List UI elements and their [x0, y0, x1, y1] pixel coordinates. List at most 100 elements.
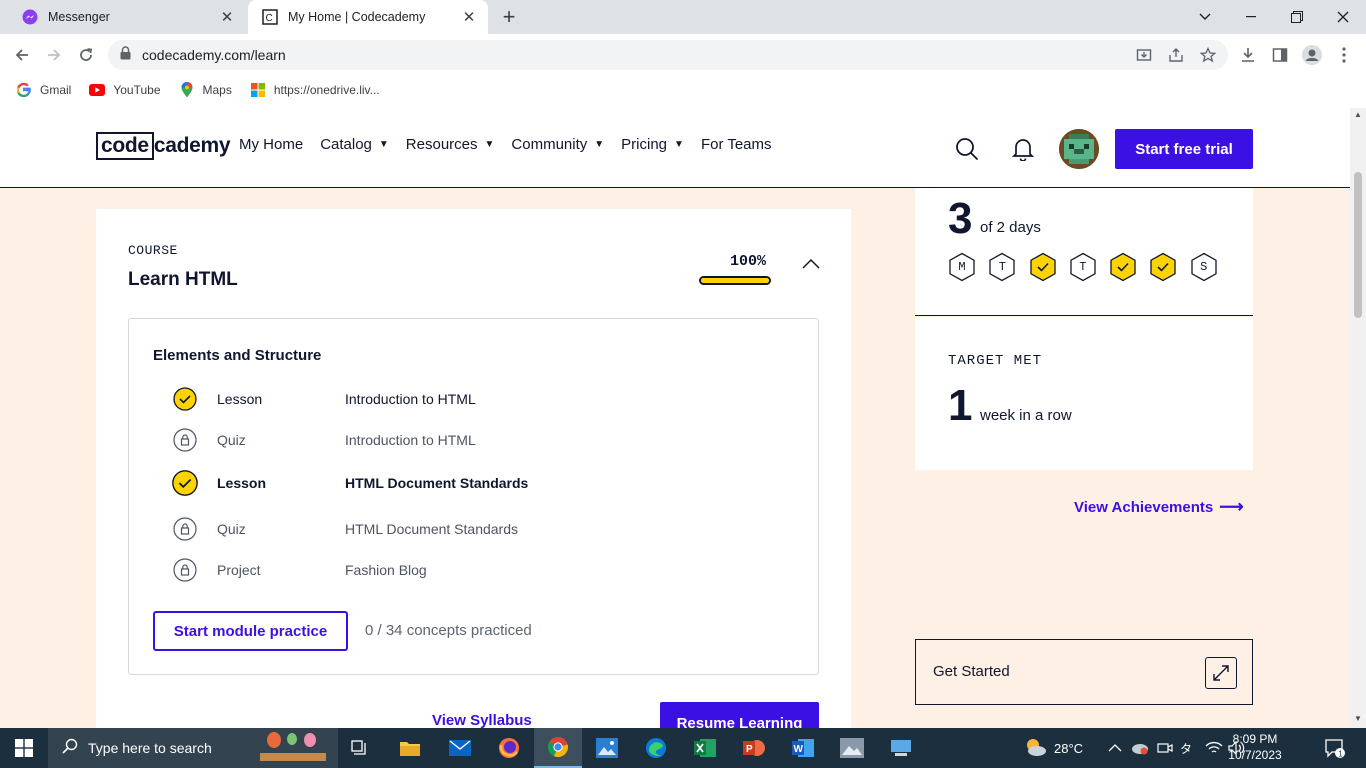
- weekday-badge: S: [1190, 252, 1218, 282]
- tab-search-chevron-icon[interactable]: [1182, 0, 1228, 34]
- lock-circle-icon: [172, 516, 198, 542]
- taskbar-search-input[interactable]: Type here to search: [48, 728, 338, 768]
- edge-icon[interactable]: [632, 728, 680, 768]
- chevron-up-icon[interactable]: [801, 257, 821, 271]
- share-icon[interactable]: [1164, 43, 1188, 67]
- weekday-label: T: [998, 260, 1006, 274]
- start-module-practice-button[interactable]: Start module practice: [153, 611, 348, 651]
- address-bar[interactable]: codecademy.com/learn: [108, 40, 1228, 70]
- taskbar-clock[interactable]: 8:09 PM 10/7/2023: [1224, 731, 1286, 763]
- search-icon[interactable]: [954, 136, 980, 162]
- view-syllabus-link[interactable]: View Syllabus: [432, 712, 532, 728]
- excel-icon[interactable]: [681, 728, 729, 768]
- restore-button[interactable]: [1274, 0, 1320, 34]
- chrome-icon[interactable]: [534, 728, 582, 768]
- side-panel-icon[interactable]: [1268, 43, 1292, 67]
- item-name: HTML Document Standards: [345, 521, 518, 537]
- nav-community[interactable]: Community ▼: [511, 136, 604, 153]
- avatar[interactable]: [1059, 129, 1099, 169]
- course-card: COURSE Learn HTML 100% Elements and Stru…: [96, 209, 851, 728]
- scrollbar-thumb[interactable]: [1354, 172, 1362, 318]
- caret-down-icon: ▼: [594, 139, 605, 150]
- list-item[interactable]: Lesson Introduction to HTML: [172, 384, 476, 414]
- bookmark-youtube[interactable]: YouTube: [89, 82, 161, 98]
- resume-learning-button[interactable]: Resume Learning: [660, 702, 819, 728]
- item-name: Fashion Blog: [345, 562, 427, 578]
- expand-icon[interactable]: [1205, 657, 1237, 689]
- wifi-icon[interactable]: [1205, 728, 1223, 768]
- minimize-button[interactable]: [1228, 0, 1274, 34]
- notification-center-icon[interactable]: 1: [1325, 738, 1345, 758]
- forward-button[interactable]: [42, 43, 66, 67]
- clock-time: 8:09 PM: [1232, 732, 1278, 746]
- codecademy-logo[interactable]: code cademy: [96, 132, 231, 160]
- powerpoint-icon[interactable]: P: [730, 728, 778, 768]
- file-explorer-icon[interactable]: [386, 728, 434, 768]
- bookmark-maps[interactable]: Maps: [179, 82, 232, 98]
- nav-pricing[interactable]: Pricing ▼: [621, 136, 684, 153]
- streak-value: 3: [948, 194, 973, 243]
- bookmark-star-icon[interactable]: [1196, 43, 1220, 67]
- search-icon: [62, 738, 78, 759]
- photos-icon[interactable]: [583, 728, 631, 768]
- firefox-icon[interactable]: [485, 728, 533, 768]
- clock-date: 10/7/2023: [1228, 748, 1282, 762]
- tab-title: Messenger: [48, 10, 110, 24]
- scroll-up-icon[interactable]: ▲: [1354, 110, 1362, 119]
- bookmark-gmail[interactable]: Gmail: [16, 82, 71, 98]
- image-app-icon[interactable]: [828, 728, 876, 768]
- bell-icon[interactable]: [1010, 136, 1036, 162]
- nav-resources[interactable]: Resources ▼: [406, 136, 495, 153]
- list-item[interactable]: Quiz HTML Document Standards: [172, 514, 518, 544]
- close-tab-icon[interactable]: ✕: [460, 8, 478, 26]
- arrow-right-icon: ⟶: [1219, 497, 1244, 516]
- hexagon-icon: [1029, 252, 1056, 282]
- menu-kebab-icon[interactable]: [1332, 43, 1356, 67]
- youtube-icon: [89, 82, 106, 98]
- course-label: COURSE: [128, 243, 178, 258]
- onedrive-icon[interactable]: [1130, 728, 1150, 768]
- bookmark-label: Gmail: [40, 83, 72, 97]
- windows-taskbar: Type here to search P W 28°C タ 8:09 PM 1…: [0, 728, 1366, 768]
- nav-my-home[interactable]: My Home: [239, 136, 303, 153]
- input-method-icon[interactable]: タ: [1180, 728, 1192, 768]
- list-item[interactable]: Quiz Introduction to HTML: [172, 425, 476, 455]
- target-text: week in a row: [980, 407, 1072, 424]
- close-window-button[interactable]: [1320, 0, 1366, 34]
- start-free-trial-button[interactable]: Start free trial: [1115, 129, 1253, 169]
- meet-now-icon[interactable]: [1157, 728, 1173, 768]
- word-icon[interactable]: W: [779, 728, 827, 768]
- list-item[interactable]: Project Fashion Blog: [172, 555, 427, 585]
- view-achievements-link[interactable]: View Achievements ⟶: [1074, 497, 1244, 517]
- task-view-icon[interactable]: [336, 728, 384, 768]
- messenger-icon: [22, 9, 38, 25]
- weekday-badge: [1109, 252, 1137, 282]
- close-tab-icon[interactable]: ✕: [218, 8, 236, 26]
- course-title[interactable]: Learn HTML: [128, 269, 238, 291]
- lock-circle-icon: [172, 427, 198, 453]
- weather-widget[interactable]: 28°C: [1022, 728, 1083, 768]
- show-hidden-icons-icon[interactable]: [1108, 728, 1122, 768]
- reload-button[interactable]: [74, 43, 98, 67]
- windows-start-icon[interactable]: [0, 728, 48, 768]
- streak-card: 3 of 2 days M T T S: [915, 188, 1253, 316]
- back-button[interactable]: [10, 43, 34, 67]
- downloads-icon[interactable]: [1236, 43, 1260, 67]
- new-tab-button[interactable]: +: [498, 6, 520, 28]
- scroll-down-icon[interactable]: ▼: [1354, 714, 1362, 723]
- bookmark-onedrive[interactable]: https://onedrive.liv...: [250, 82, 380, 98]
- tab-codecademy[interactable]: C My Home | Codecademy ✕: [248, 0, 488, 34]
- nav-for-teams[interactable]: For Teams: [701, 136, 772, 153]
- tab-messenger[interactable]: Messenger ✕: [8, 0, 246, 34]
- weekday-label: S: [1200, 260, 1208, 274]
- remote-desktop-icon[interactable]: [877, 728, 925, 768]
- page-scrollbar[interactable]: ▲ ▼: [1350, 108, 1366, 728]
- install-app-icon[interactable]: [1132, 43, 1156, 67]
- mail-icon[interactable]: [436, 728, 484, 768]
- profile-icon[interactable]: [1300, 43, 1324, 67]
- svg-text:P: P: [746, 744, 753, 755]
- list-item[interactable]: Lesson HTML Document Standards: [172, 468, 528, 498]
- get-started-panel[interactable]: Get Started: [915, 639, 1253, 705]
- lock-icon: [120, 45, 134, 65]
- nav-catalog[interactable]: Catalog ▼: [320, 136, 389, 153]
